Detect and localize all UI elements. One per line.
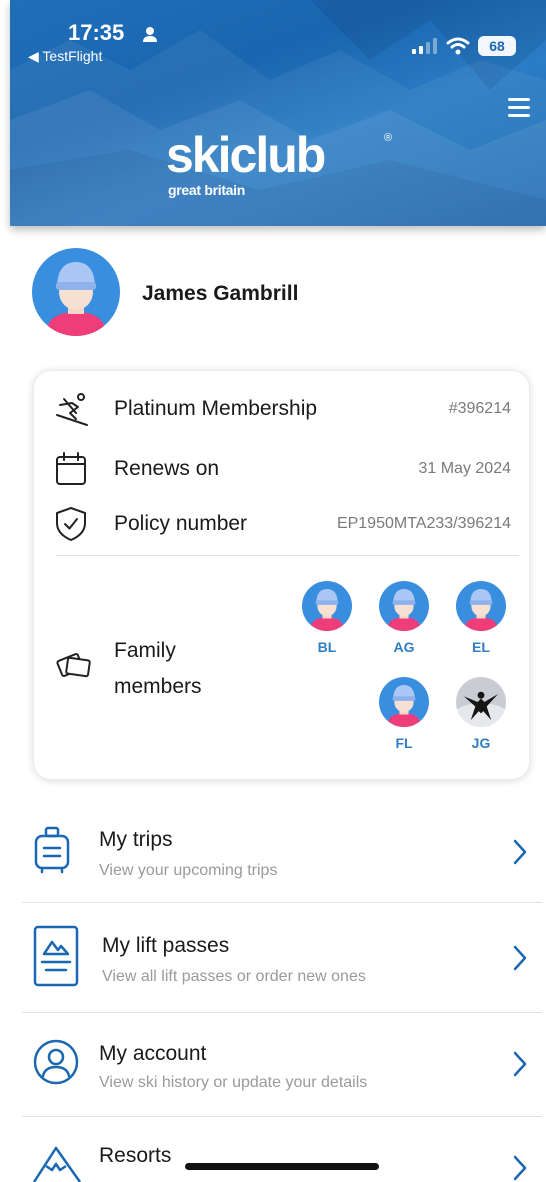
back-arrow-icon: ◀ — [28, 48, 39, 64]
chevron-right-icon — [513, 1051, 527, 1077]
family-avatar — [456, 581, 506, 631]
menu-item-resorts[interactable]: Resorts — [22, 1120, 542, 1182]
mountain-icon — [32, 1146, 82, 1182]
signal-icon — [412, 38, 437, 54]
status-indicators: 68 — [412, 36, 516, 56]
suitcase-icon — [34, 826, 70, 874]
menu-subtitle: View your upcoming trips — [99, 862, 278, 879]
family-initials: AG — [393, 639, 415, 655]
logo-wordmark: skiclub — [166, 127, 326, 183]
skiclub-logo: skiclub ® great britain — [166, 127, 392, 198]
family-initials: EL — [472, 639, 490, 655]
profile-avatar[interactable] — [32, 248, 120, 336]
app-header: 17:35 ◀ TestFlight 68 skiclub ® great br… — [10, 0, 546, 226]
person-icon — [143, 27, 157, 42]
membership-row: Platinum Membership #396214 — [54, 391, 511, 427]
membership-number: #396214 — [448, 400, 511, 417]
renews-on-label: Renews on — [114, 457, 220, 480]
chevron-right-icon — [513, 945, 527, 971]
membership-tier-label: Platinum Membership — [114, 397, 318, 420]
lift-pass-icon — [33, 925, 79, 987]
family-member-ag[interactable]: AG — [378, 581, 430, 655]
chevron-right-icon — [513, 1155, 527, 1181]
menu-title: My lift passes — [102, 934, 230, 957]
testflight-label: TestFlight — [42, 48, 103, 64]
testflight-back-link[interactable]: ◀ TestFlight — [28, 48, 102, 65]
menu-subtitle: View ski history or update your details — [99, 1074, 368, 1091]
menu-divider — [22, 902, 542, 903]
skier-icon — [56, 393, 88, 426]
card-divider — [56, 555, 519, 556]
hamburger-menu-icon[interactable] — [508, 98, 530, 122]
policy-number-value: EP1950MTA233/396214 — [336, 515, 511, 532]
calendar-icon — [56, 452, 86, 485]
menu-item-my-lift-passes[interactable]: My lift passes View all lift passes or o… — [22, 906, 542, 1010]
home-indicator[interactable] — [185, 1163, 379, 1170]
shield-check-icon — [56, 507, 86, 541]
renewal-row: Renews on 31 May 2024 — [54, 451, 511, 487]
menu-divider — [22, 1116, 542, 1117]
renewal-date: 31 May 2024 — [418, 460, 511, 477]
chevron-right-icon — [513, 839, 527, 865]
family-avatar — [302, 581, 352, 631]
account-icon — [33, 1039, 79, 1085]
battery-indicator: 68 — [478, 36, 516, 56]
user-name: James Gambrill — [142, 282, 299, 305]
wifi-icon — [446, 37, 470, 55]
family-avatar — [379, 677, 429, 727]
family-initials: FL — [395, 735, 413, 751]
menu-title: My trips — [99, 828, 173, 851]
family-member-jg[interactable]: JG — [455, 677, 507, 751]
menu-title: Resorts — [99, 1144, 172, 1167]
logo-subtitle: great britain — [168, 182, 246, 198]
menu-divider — [22, 1012, 542, 1013]
family-initials: JG — [471, 735, 491, 751]
status-time: 17:35 — [68, 20, 125, 45]
policy-row: Policy number EP1950MTA233/396214 — [54, 506, 511, 542]
family-cards-icon — [56, 653, 91, 678]
family-member-fl[interactable]: FL — [378, 677, 430, 751]
menu-item-my-account[interactable]: My account View ski history or update yo… — [22, 1016, 542, 1120]
family-members-label: Family members — [114, 639, 202, 698]
menu-subtitle: View all lift passes or order new ones — [102, 968, 366, 985]
family-avatar — [379, 581, 429, 631]
family-member-el[interactable]: EL — [455, 581, 507, 655]
logo-registered-mark: ® — [384, 132, 393, 144]
policy-number-label: Policy number — [114, 512, 248, 535]
menu-item-my-trips[interactable]: My trips View your upcoming trips — [22, 800, 542, 904]
family-member-bl[interactable]: BL — [301, 581, 353, 655]
membership-card: Platinum Membership #396214 Renews on 31… — [33, 370, 530, 780]
family-photo-avatar — [456, 677, 506, 727]
menu-title: My account — [99, 1042, 207, 1065]
family-initials: BL — [317, 639, 337, 655]
